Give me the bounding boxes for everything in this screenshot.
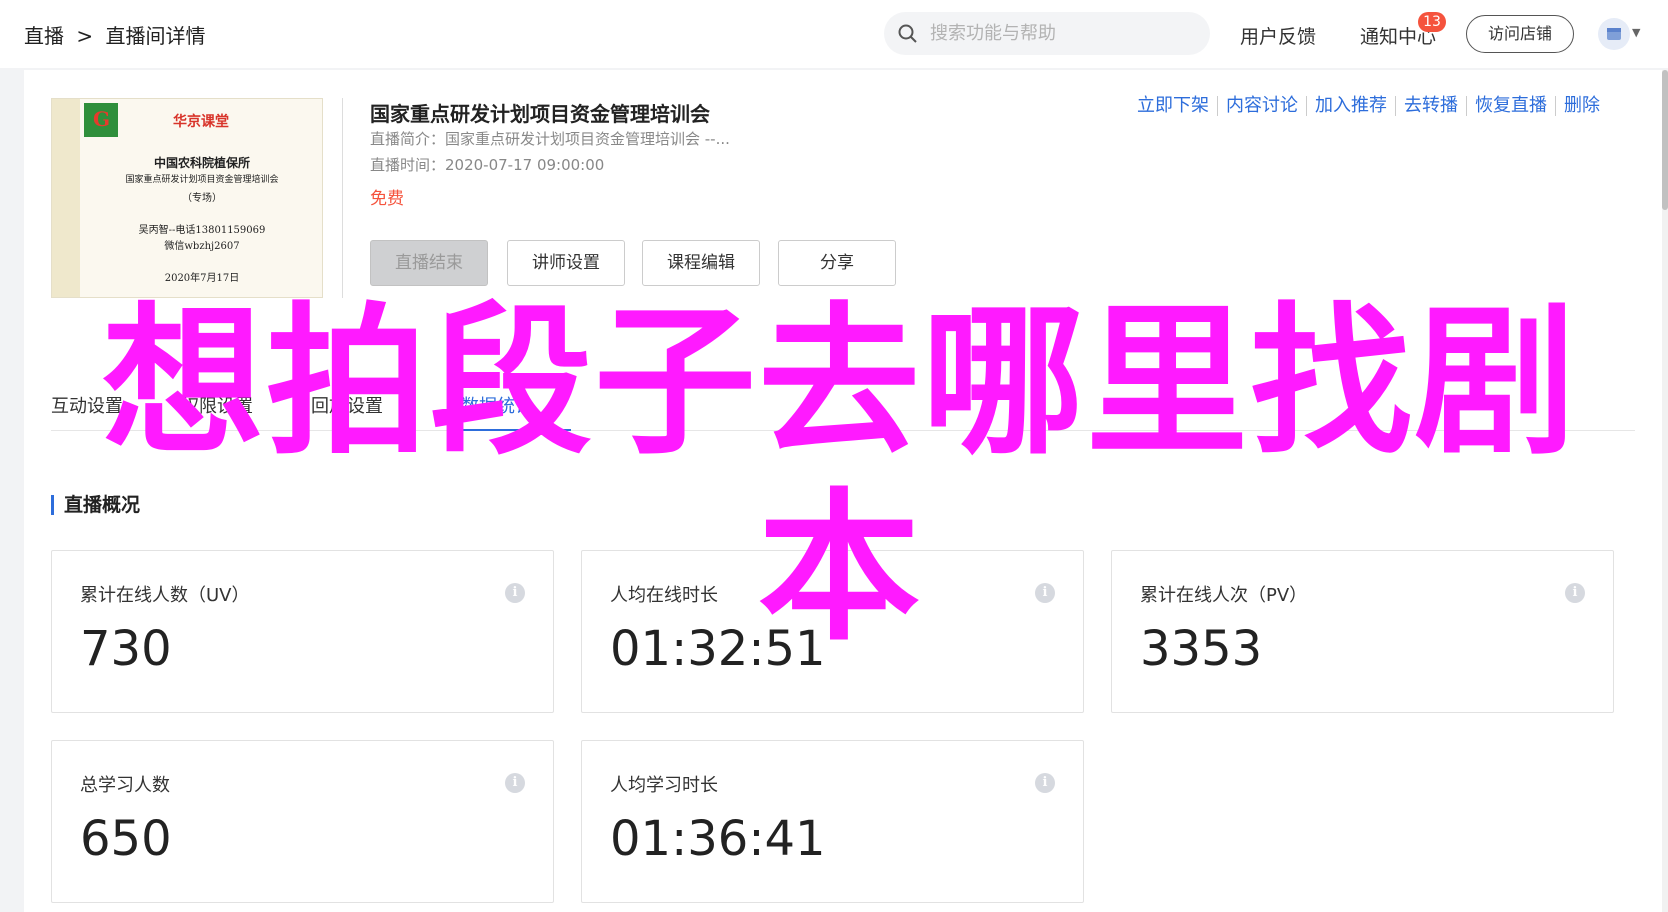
breadcrumb-separator: >: [76, 24, 94, 48]
stat-card: 总学习人数 650 i: [51, 740, 554, 903]
search-icon: [898, 24, 917, 43]
rebroadcast-action[interactable]: 去转播: [1395, 96, 1466, 116]
info-icon[interactable]: i: [505, 773, 525, 793]
cover-date: 2020年7月17日: [164, 273, 240, 284]
course-title: 国家重点研发计划项目资金管理培训会: [370, 102, 710, 126]
stat-label: 总学习人数: [80, 775, 170, 796]
cover-subtitle: 国家重点研发计划项目资金管理培训会: [125, 175, 279, 185]
scrollbar[interactable]: [1662, 70, 1668, 912]
scrollbar-thumb[interactable]: [1662, 70, 1668, 210]
course-edit-button[interactable]: 课程编辑: [642, 240, 760, 286]
discussion-action[interactable]: 内容讨论: [1217, 96, 1306, 116]
stat-label: 人均学习时长: [610, 775, 718, 796]
share-button[interactable]: 分享: [778, 240, 896, 286]
breadcrumb: 直播 > 直播间详情: [24, 20, 211, 49]
breadcrumb-current: 直播间详情: [105, 24, 206, 48]
info-icon[interactable]: i: [1035, 773, 1055, 793]
stat-value: 01:36:41: [610, 811, 826, 867]
course-cover-image: 华京课堂 中国农科院植保所 国家重点研发计划项目资金管理培训会 （专场） 吴丙智…: [51, 98, 323, 298]
avatar[interactable]: [1598, 18, 1630, 50]
search-input[interactable]: [928, 22, 1182, 45]
search-box[interactable]: [884, 12, 1210, 55]
store-icon: [1607, 28, 1621, 40]
lecturer-settings-button[interactable]: 讲师设置: [507, 240, 625, 286]
cover-wechat: 微信wbzhj2607: [164, 241, 240, 252]
live-ended-button: 直播结束: [370, 240, 488, 286]
recommend-action[interactable]: 加入推荐: [1306, 96, 1395, 116]
delete-action[interactable]: 删除: [1555, 96, 1608, 116]
course-time: 直播时间：2020-07-17 09:00:00: [370, 156, 605, 174]
cover-brand: 华京课堂: [173, 114, 229, 130]
stat-card: 人均学习时长 01:36:41 i: [581, 740, 1084, 903]
cover-org: 中国农科院植保所: [153, 156, 250, 170]
cover-contact: 吴丙智--电话13801159069: [138, 225, 266, 236]
chevron-down-icon[interactable]: ▼: [1632, 26, 1640, 39]
course-actions: 立即下架 内容讨论 加入推荐 去转播 恢复直播 删除: [1129, 96, 1608, 116]
course-intro: 直播简介：国家重点研发计划项目资金管理培训会 --...: [370, 130, 730, 148]
price-tag: 免费: [370, 189, 404, 209]
stat-value: 650: [80, 811, 172, 867]
top-bar: 直播 > 直播间详情 用户反馈 通知中心 13 访问店铺 ▼: [0, 0, 1668, 68]
visit-store-button[interactable]: 访问店铺: [1466, 15, 1574, 53]
feedback-link[interactable]: 用户反馈: [1240, 22, 1316, 49]
divider: [342, 98, 343, 298]
resume-live-action[interactable]: 恢复直播: [1466, 96, 1555, 116]
overlay-watermark-text: 想拍段子去哪里找剧本: [102, 289, 1578, 663]
notice-count-badge: 13: [1418, 12, 1446, 32]
cover-tag: （专场）: [182, 193, 222, 204]
unlist-action[interactable]: 立即下架: [1129, 96, 1217, 116]
breadcrumb-live[interactable]: 直播: [24, 24, 64, 48]
